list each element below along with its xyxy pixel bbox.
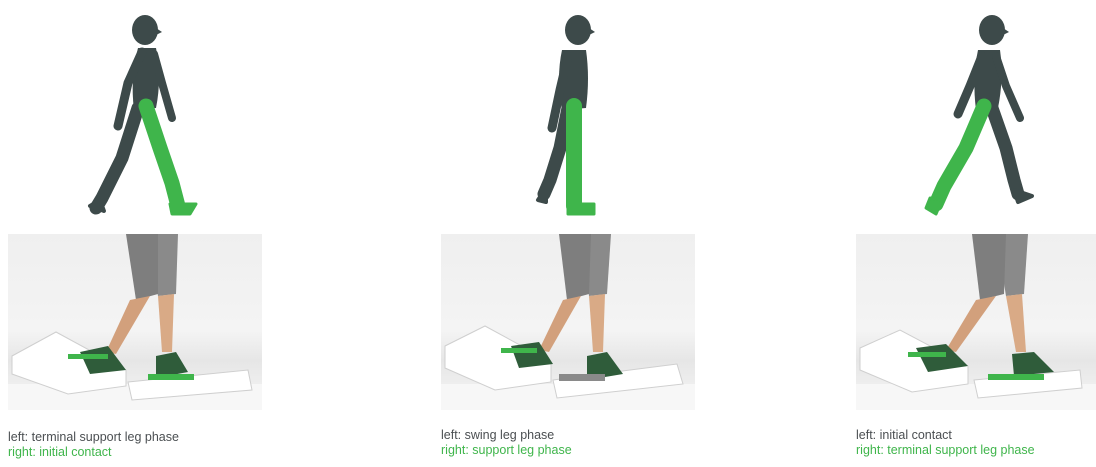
caption-left-label: left: initial contact <box>856 428 952 442</box>
caption-2: left: swing leg phase right: support leg… <box>441 428 572 458</box>
highlighted-leg <box>138 98 198 216</box>
caption-left-label: left: terminal support leg phase <box>8 430 179 444</box>
stepper-photo-2 <box>441 234 695 410</box>
highlighted-leg <box>924 98 992 216</box>
caption-right-label: right: initial contact <box>8 445 112 459</box>
walking-figure-swing <box>536 15 596 216</box>
caption-1: left: terminal support leg phase right: … <box>8 430 179 460</box>
caption-right-label: right: terminal support leg phase <box>856 443 1035 457</box>
walking-figure-terminal-support <box>88 15 198 216</box>
stepper-photo-3 <box>856 234 1096 410</box>
caption-right-label: right: support leg phase <box>441 443 572 457</box>
caption-left-label: left: swing leg phase <box>441 428 555 442</box>
stepper-photo-1 <box>8 234 262 410</box>
highlighted-leg <box>566 98 596 216</box>
caption-3: left: initial contact right: terminal su… <box>856 428 1035 458</box>
walking-figure-initial-contact <box>924 15 1034 216</box>
